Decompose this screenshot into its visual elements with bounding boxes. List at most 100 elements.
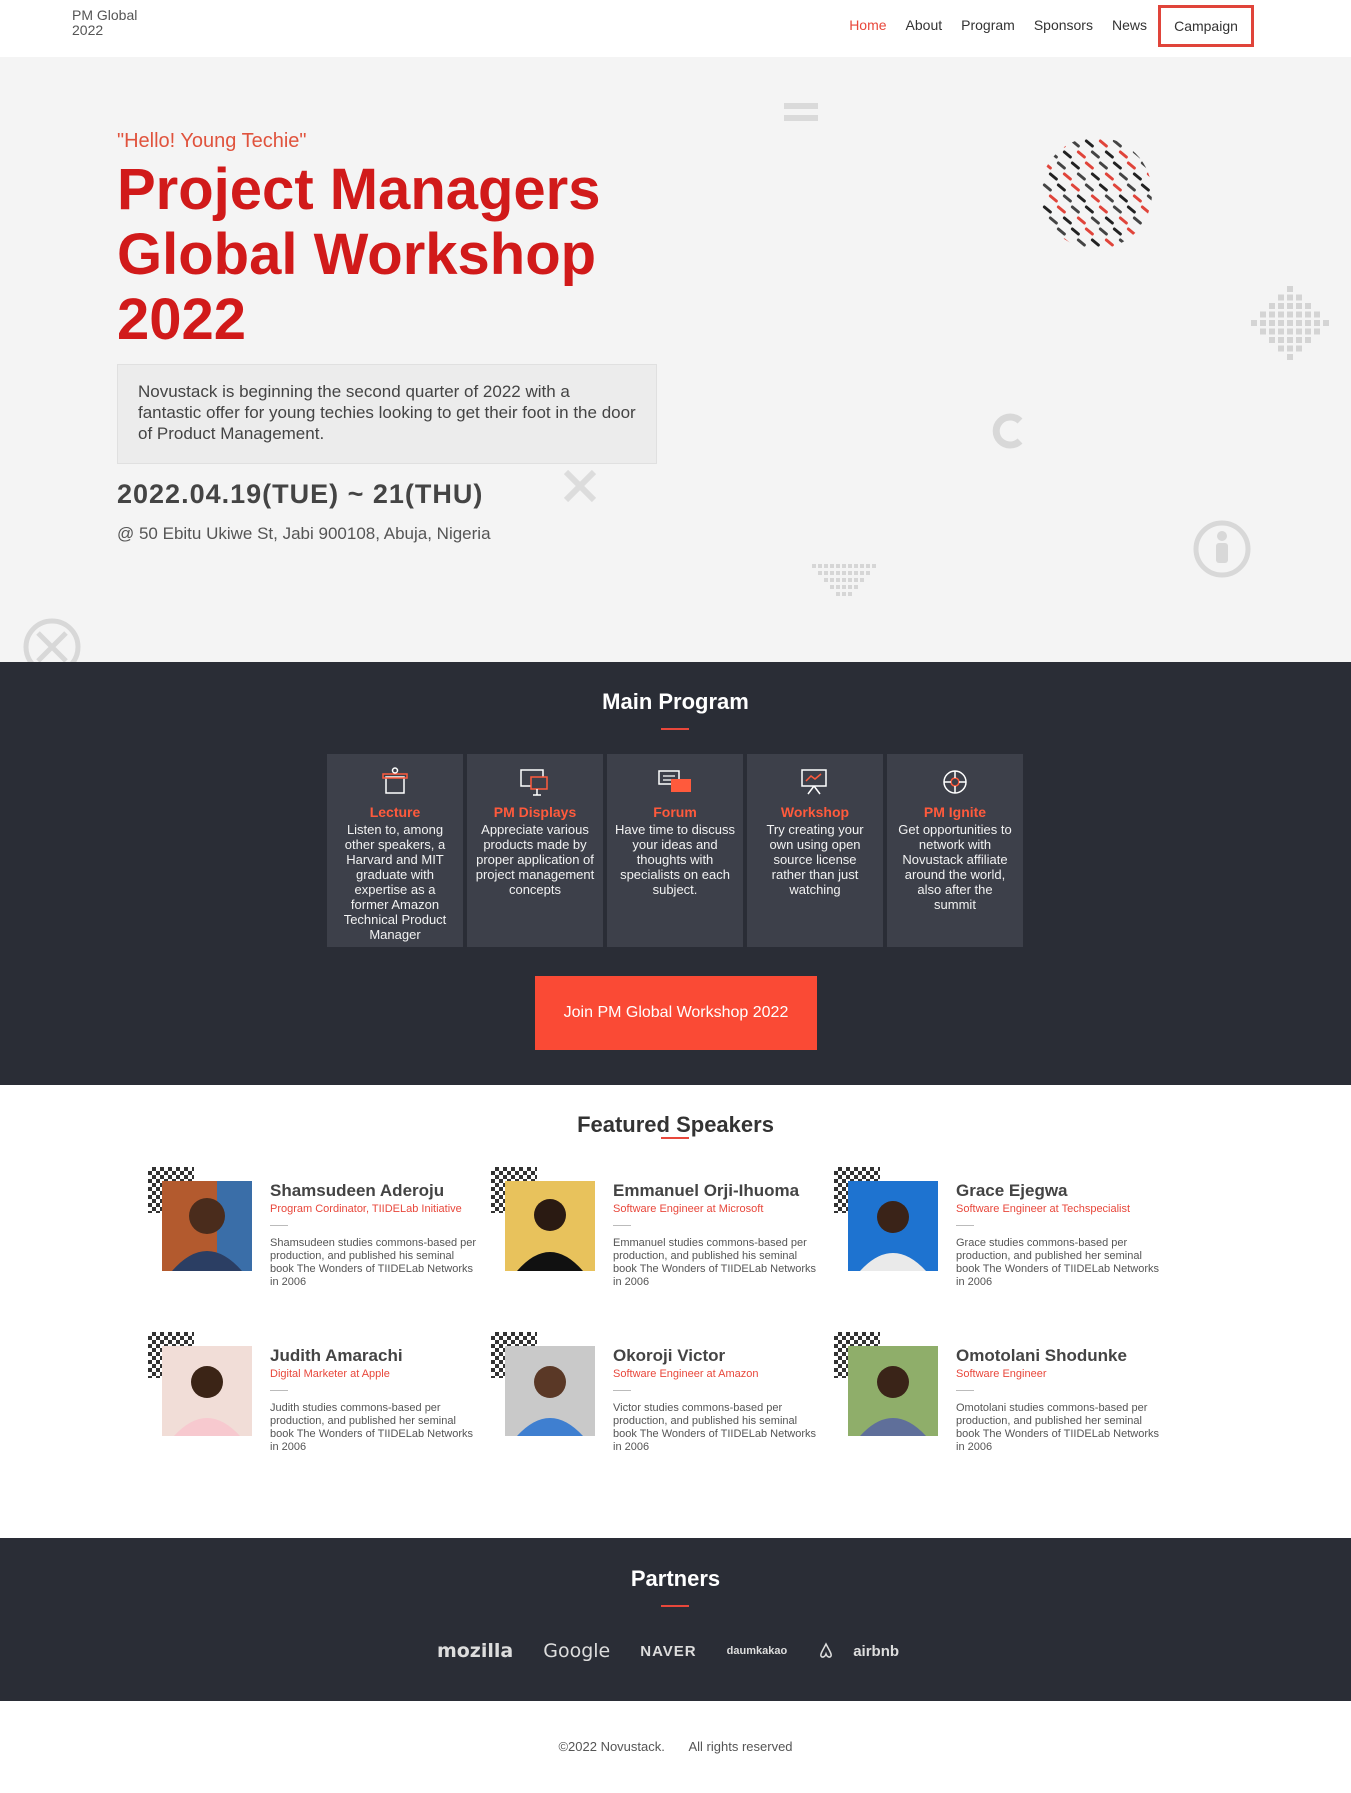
speaker-name: Okoroji Victor: [613, 1346, 726, 1365]
program-card-pm-displays[interactable]: PM Displays Appreciate various products …: [467, 754, 603, 947]
speaker-bio: Judith studies commons-based per product…: [270, 1402, 473, 1453]
partners-title-underline: [661, 1605, 689, 1607]
speaker-bio: Emmanuel studies commons-based per produ…: [613, 1237, 816, 1288]
cross-decoration-icon: [563, 469, 597, 503]
speaker-avatar: [848, 1181, 938, 1271]
program-cards: Lecture Listen to, among other speakers,…: [327, 754, 1023, 947]
partners-section: Partners mozilla Google NAVER daumkakao …: [0, 1538, 1351, 1701]
brand-logo-text[interactable]: PM Global 2022: [72, 8, 162, 38]
speaker-card[interactable]: Omotolani Shodunke Software Engineer Omo…: [834, 1332, 1164, 1472]
program-card-title: PM Displays: [493, 804, 577, 820]
footer-rights: All rights reserved: [688, 1739, 793, 1754]
speaker-name: Emmanuel Orji-Ihuoma: [613, 1181, 800, 1200]
campaign-button[interactable]: Campaign: [1158, 5, 1254, 47]
program-card-title: Lecture: [369, 804, 421, 820]
footer: ©2022 Novustack. All rights reserved: [0, 1701, 1351, 1793]
speaker-avatar: [848, 1346, 938, 1436]
equals-decoration-icon: [784, 103, 818, 121]
speaker-avatar: [162, 1181, 252, 1271]
program-card-title: Workshop: [780, 804, 850, 820]
main-menu: Home About Program Sponsors News: [830, 17, 1147, 33]
speaker-divider: [956, 1390, 974, 1391]
program-card-text: Listen to, among other speakers, a Harva…: [343, 822, 447, 942]
speaker-avatar: [162, 1346, 252, 1436]
top-navbar: PM Global 2022 Home About Program Sponso…: [0, 0, 1351, 57]
tools-circle-decoration-icon: [23, 618, 81, 662]
partner-logo-mozilla[interactable]: mozilla: [437, 1640, 513, 1662]
event-date: 2022.04.19(TUE) ~ 21(THU): [117, 479, 484, 509]
speaker-card[interactable]: Grace Ejegwa Software Engineer at Techsp…: [834, 1167, 1164, 1307]
speaker-role: Software Engineer: [956, 1368, 1047, 1380]
dot-circle-decoration-icon: [1042, 139, 1152, 247]
network-icon: [887, 764, 1023, 800]
speaker-name: Shamsudeen Aderoju: [270, 1181, 445, 1200]
speaker-role: Software Engineer at Microsoft: [613, 1203, 764, 1215]
nav-item-news[interactable]: News: [1112, 17, 1147, 33]
nav-item-program[interactable]: Program: [961, 17, 1015, 33]
speaker-avatar: [505, 1181, 595, 1271]
hero-section: "Hello! Young Techie" Project Managers G…: [0, 57, 1351, 662]
chat-icon: [607, 764, 743, 800]
speaker-divider: [270, 1225, 288, 1226]
speaker-role: Program Cordinator, TIIDELab Initiative: [270, 1203, 462, 1215]
partners-title: Partners: [630, 1566, 721, 1591]
nav-item-sponsors[interactable]: Sponsors: [1034, 17, 1093, 33]
program-card-text: Try creating your own using open source …: [766, 822, 864, 897]
speakers-title-underline: [661, 1137, 689, 1139]
program-card-forum[interactable]: Forum Have time to discuss your ideas an…: [607, 754, 743, 947]
main-program-section: Main Program Lecture Listen to, among ot…: [0, 662, 1351, 1085]
speaker-card[interactable]: Emmanuel Orji-Ihuoma Software Engineer a…: [491, 1167, 821, 1307]
partner-logo-daumkakao[interactable]: daumkakao: [727, 1645, 788, 1657]
program-card-workshop[interactable]: Workshop Try creating your own using ope…: [747, 754, 883, 947]
speaker-card[interactable]: Judith Amarachi Digital Marketer at Appl…: [148, 1332, 478, 1472]
speakers-title: Featured Speakers: [577, 1112, 774, 1137]
speaker-divider: [270, 1390, 288, 1391]
footer-copyright: ©2022 Novustack.: [558, 1739, 665, 1754]
airbnb-icon: [820, 1642, 833, 1658]
partner-logo-airbnb[interactable]: airbnb: [817, 1642, 914, 1660]
partner-logo-naver[interactable]: NAVER: [640, 1643, 696, 1660]
presentation-icon: [747, 764, 883, 800]
speaker-divider: [956, 1225, 974, 1226]
speaker-role: Digital Marketer at Apple: [270, 1368, 390, 1380]
nav-item-about[interactable]: About: [906, 17, 943, 33]
partner-logos: mozilla Google NAVER daumkakao airbnb: [0, 1640, 1351, 1662]
speaker-bio: Omotolani studies commons-based per prod…: [956, 1402, 1159, 1453]
nav-item-home[interactable]: Home: [849, 17, 886, 33]
program-card-text: Appreciate various products made by prop…: [475, 822, 595, 897]
speaker-bio: Shamsudeen studies commons-based per pro…: [270, 1237, 477, 1288]
c-letter-decoration-icon: [992, 413, 1023, 449]
join-workshop-button[interactable]: Join PM Global Workshop 2022: [535, 976, 817, 1050]
hero-tagline: "Hello! Young Techie": [117, 130, 307, 152]
program-title-underline: [661, 728, 689, 730]
speaker-role: Software Engineer at Amazon: [613, 1368, 759, 1380]
program-card-text: Have time to discuss your ideas and thou…: [615, 822, 735, 897]
speaker-name: Omotolani Shodunke: [956, 1346, 1127, 1365]
speaker-divider: [613, 1390, 631, 1391]
speaker-bio: Victor studies commons-based per product…: [613, 1402, 816, 1453]
program-card-title: PM Ignite: [923, 804, 987, 820]
program-card-lecture[interactable]: Lecture Listen to, among other speakers,…: [327, 754, 463, 947]
hero-description: Novustack is beginning the second quarte…: [117, 364, 657, 464]
program-title: Main Program: [602, 689, 749, 714]
speaker-card[interactable]: Okoroji Victor Software Engineer at Amaz…: [491, 1332, 821, 1472]
person-circle-decoration-icon: [1193, 520, 1251, 578]
partner-logo-airbnb-label: airbnb: [853, 1642, 900, 1660]
speaker-bio: Grace studies commons-based per producti…: [956, 1237, 1159, 1288]
program-card-pm-ignite[interactable]: PM Ignite Get opportunities to network w…: [887, 754, 1023, 947]
podium-icon: [327, 764, 463, 800]
event-address: @ 50 Ebitu Ukiwe St, Jabi 900108, Abuja,…: [117, 524, 491, 543]
triangle-grid-decoration-icon: [812, 564, 876, 596]
program-card-title: Forum: [653, 804, 697, 820]
speaker-divider: [613, 1225, 631, 1226]
speaker-name: Judith Amarachi: [270, 1346, 403, 1365]
speaker-role: Software Engineer at Techspecialist: [956, 1203, 1131, 1215]
speaker-card[interactable]: Shamsudeen Aderoju Program Cordinator, T…: [148, 1167, 478, 1307]
speaker-name: Grace Ejegwa: [956, 1181, 1068, 1200]
hero-title: Project Managers Global Workshop 2022: [117, 157, 601, 352]
program-card-text: Get opportunities to network with Novust…: [898, 822, 1012, 912]
partner-logo-google[interactable]: Google: [543, 1640, 610, 1662]
display-icon: [467, 764, 603, 800]
speaker-avatar: [505, 1346, 595, 1436]
diamond-grid-decoration-icon: [1251, 286, 1329, 360]
